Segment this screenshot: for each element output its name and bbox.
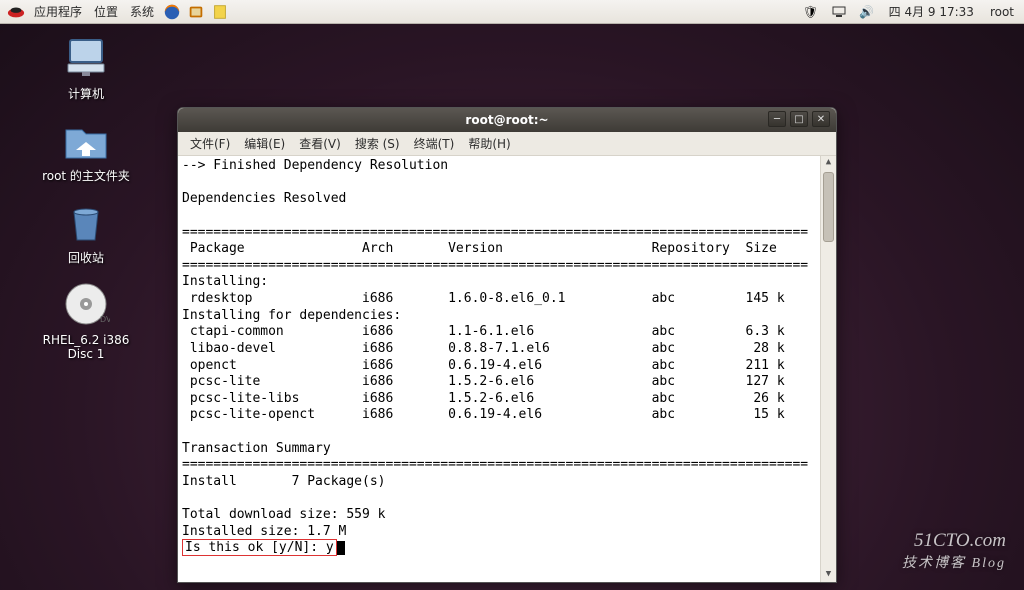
menu-edit[interactable]: 编辑(E) xyxy=(238,133,291,154)
desktop-disc[interactable]: DVD RHEL_6.2 i386 Disc 1 xyxy=(26,280,146,363)
disc-icon: DVD xyxy=(62,280,110,328)
desktop-trash[interactable]: 回收站 xyxy=(26,198,146,266)
menu-system[interactable]: 系统 xyxy=(126,3,158,20)
menu-applications[interactable]: 应用程序 xyxy=(30,3,86,20)
desktop-computer[interactable]: 计算机 xyxy=(26,34,146,102)
svg-text:DVD: DVD xyxy=(100,315,110,324)
menu-terminal[interactable]: 终端(T) xyxy=(408,133,461,154)
trash-icon xyxy=(62,198,110,246)
desktop-computer-label: 计算机 xyxy=(65,86,107,102)
window-titlebar[interactable]: root@root:~ ─ □ ✕ xyxy=(178,108,836,132)
redhat-icon xyxy=(6,2,26,22)
panel-clock[interactable]: 四 4月 9 17:33 xyxy=(885,3,978,20)
menu-file[interactable]: 文件(F) xyxy=(184,133,236,154)
window-title: root@root:~ xyxy=(178,113,836,127)
desktop-home-label: root 的主文件夹 xyxy=(39,168,133,184)
menu-help[interactable]: 帮助(H) xyxy=(462,133,516,154)
terminal-content: --> Finished Dependency Resolution Depen… xyxy=(182,158,832,557)
desktop-disc-label: RHEL_6.2 i386 Disc 1 xyxy=(26,332,146,363)
menu-view[interactable]: 查看(V) xyxy=(293,133,347,154)
computer-icon xyxy=(62,34,110,82)
window-maximize-button[interactable]: □ xyxy=(790,111,808,127)
update-icon[interactable]: 🛡 xyxy=(801,2,821,22)
terminal-scrollbar[interactable]: ▲ ▼ xyxy=(820,156,836,582)
menu-places[interactable]: 位置 xyxy=(90,3,122,20)
watermark-main: 51CTO.com xyxy=(902,530,1006,552)
menu-search[interactable]: 搜索 (S) xyxy=(349,133,406,154)
home-folder-icon xyxy=(62,116,110,164)
network-icon[interactable] xyxy=(829,2,849,22)
watermark: 51CTO.com 技术博客 Blog xyxy=(902,530,1006,572)
nautilus-icon[interactable] xyxy=(186,2,206,22)
desktop-trash-label: 回收站 xyxy=(65,250,107,266)
desktop-home[interactable]: root 的主文件夹 xyxy=(26,116,146,184)
watermark-sub: 技术博客 Blog xyxy=(902,552,1006,572)
terminal-window: root@root:~ ─ □ ✕ 文件(F) 编辑(E) 查看(V) 搜索 (… xyxy=(177,107,837,583)
scrollbar-up-arrow[interactable]: ▲ xyxy=(821,156,836,170)
volume-icon[interactable]: 🔊 xyxy=(857,2,877,22)
terminal-menubar: 文件(F) 编辑(E) 查看(V) 搜索 (S) 终端(T) 帮助(H) xyxy=(178,132,836,156)
scrollbar-thumb[interactable] xyxy=(823,172,834,242)
gnome-panel: 应用程序 位置 系统 🛡 🔊 四 4月 9 17:33 root xyxy=(0,0,1024,24)
terminal-body[interactable]: ▲ ▼ --> Finished Dependency Resolution D… xyxy=(178,156,836,582)
window-minimize-button[interactable]: ─ xyxy=(768,111,786,127)
window-close-button[interactable]: ✕ xyxy=(812,111,830,127)
scrollbar-down-arrow[interactable]: ▼ xyxy=(821,568,836,582)
panel-user[interactable]: root xyxy=(986,5,1018,19)
firefox-icon[interactable] xyxy=(162,2,182,22)
note-icon[interactable] xyxy=(210,2,230,22)
